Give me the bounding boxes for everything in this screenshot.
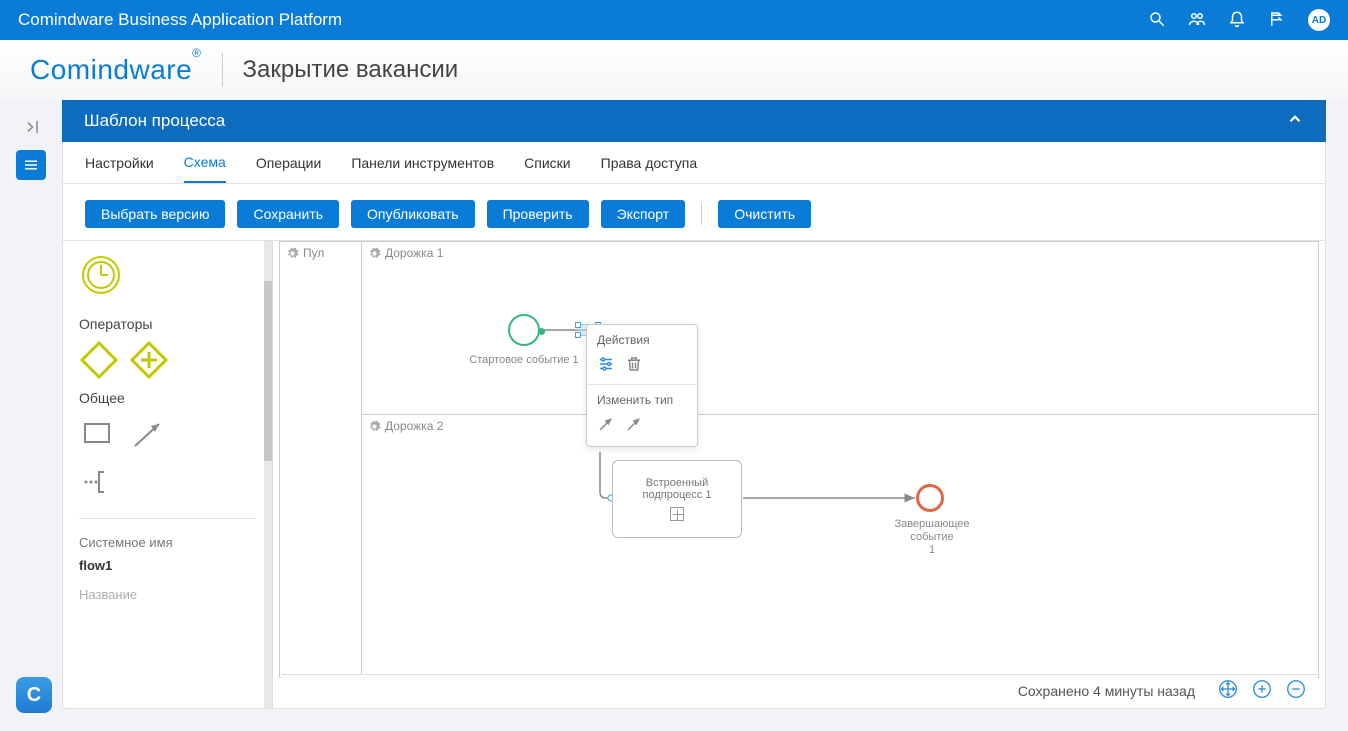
chevron-up-icon[interactable]	[1286, 110, 1304, 133]
context-change-type-label: Изменить тип	[587, 385, 697, 415]
lane-1-label: Дорожка 1	[385, 246, 443, 260]
user-avatar[interactable]: AD	[1308, 9, 1330, 31]
main-layout: C Шаблон процесса Настройки Схема Операц…	[0, 100, 1348, 731]
zoom-fit-icon[interactable]	[1217, 678, 1239, 703]
page-title: Закрытие вакансии	[243, 56, 459, 84]
general-section-label: Общее	[79, 390, 256, 406]
brand-reg: ®	[192, 46, 201, 60]
element-palette: Операторы Общее	[63, 241, 273, 708]
app-bar: Comindware Business Application Platform…	[0, 0, 1348, 40]
end-event-node[interactable]	[916, 484, 944, 512]
sidebar-scrollbar-thumb[interactable]	[264, 281, 272, 461]
gear-icon[interactable]	[368, 247, 381, 260]
diagram-canvas[interactable]: Пул Дорожка 1	[273, 241, 1325, 708]
app-title: Comindware Business Application Platform	[18, 10, 342, 30]
timer-event-icon[interactable]	[79, 253, 123, 297]
pool[interactable]: Пул Дорожка 1	[279, 241, 1319, 678]
toolbar-divider	[701, 203, 702, 225]
pool-label-text: Пул	[303, 246, 324, 260]
sequence-flow-icon[interactable]	[129, 414, 169, 454]
start-event-anchor[interactable]	[538, 328, 545, 335]
people-icon[interactable]	[1188, 10, 1206, 31]
gateway-parallel-icon[interactable]	[129, 340, 169, 380]
zoom-in-icon[interactable]	[1251, 678, 1273, 703]
context-actions-label: Действия	[587, 325, 697, 355]
check-button[interactable]: Проверить	[487, 200, 589, 228]
lane-1[interactable]: Дорожка 1	[362, 242, 1318, 415]
status-bar: Сохранено 4 минуты назад	[281, 674, 1317, 706]
subprocess-expand-icon[interactable]	[670, 507, 684, 521]
tab-lists[interactable]: Списки	[524, 142, 570, 183]
panel-title: Шаблон процесса	[84, 111, 225, 131]
left-rail: C	[0, 100, 62, 731]
annotation-rect-icon[interactable]	[79, 414, 119, 454]
bell-icon[interactable]	[1228, 10, 1246, 31]
status-saved-text: Сохранено 4 минуты назад	[1018, 683, 1195, 699]
brand-name: Comindware	[30, 54, 192, 85]
gear-icon[interactable]	[368, 420, 381, 433]
rail-app-logo[interactable]: C	[16, 677, 52, 713]
clear-button[interactable]: Очистить	[718, 200, 811, 228]
rail-collapse-icon[interactable]	[16, 112, 46, 142]
end-event-label: Завершающее событие 1	[872, 518, 992, 558]
panel-header[interactable]: Шаблон процесса	[62, 100, 1326, 142]
panel-body: Настройки Схема Операции Панели инструме…	[62, 142, 1326, 709]
content-area: Шаблон процесса Настройки Схема Операции…	[62, 100, 1348, 731]
search-icon[interactable]	[1148, 10, 1166, 31]
context-menu: Действия Измени	[586, 324, 698, 447]
publish-button[interactable]: Опубликовать	[351, 200, 475, 228]
start-event-node[interactable]	[508, 314, 540, 346]
zoom-out-icon[interactable]	[1285, 678, 1307, 703]
pool-header[interactable]: Пул	[280, 242, 362, 677]
rail-menu-icon[interactable]	[16, 150, 46, 180]
subprocess-node[interactable]: Встроенный подпроцесс 1	[612, 460, 742, 538]
text-annotation-icon[interactable]	[79, 462, 119, 502]
select-version-button[interactable]: Выбрать версию	[85, 200, 225, 228]
action-toolbar: Выбрать версию Сохранить Опубликовать Пр…	[63, 184, 1325, 240]
gear-icon[interactable]	[286, 247, 299, 260]
tab-diagram[interactable]: Схема	[184, 142, 226, 183]
sysname-label: Системное имя	[79, 535, 256, 550]
diagram-editor: Операторы Общее	[63, 240, 1325, 708]
lane-2[interactable]: Дорожка 2	[362, 415, 1318, 677]
operators-section-label: Операторы	[79, 316, 256, 332]
brand-row: Comindware® Закрытие вакансии	[0, 40, 1348, 100]
palette-divider	[79, 518, 256, 519]
settings-icon[interactable]	[597, 355, 615, 376]
lane-2-label: Дорожка 2	[385, 419, 443, 433]
flow-default-icon[interactable]	[597, 415, 615, 436]
tab-permissions[interactable]: Права доступа	[601, 142, 697, 183]
trash-icon[interactable]	[625, 355, 643, 376]
subprocess-label-1: Встроенный	[646, 477, 708, 489]
save-button[interactable]: Сохранить	[237, 200, 339, 228]
gateway-exclusive-icon[interactable]	[79, 340, 119, 380]
brand-divider	[222, 53, 223, 87]
name-label: Название	[79, 587, 256, 602]
tab-bar: Настройки Схема Операции Панели инструме…	[63, 142, 1325, 184]
tab-settings[interactable]: Настройки	[85, 142, 154, 183]
start-event-label: Стартовое событие 1	[464, 354, 584, 367]
subprocess-label-2: подпроцесс 1	[643, 489, 712, 501]
brand-logo: Comindware®	[30, 54, 202, 86]
export-button[interactable]: Экспорт	[601, 200, 686, 228]
sysname-value: flow1	[79, 558, 256, 573]
tab-toolbars[interactable]: Панели инструментов	[351, 142, 494, 183]
flow-conditional-icon[interactable]	[625, 415, 643, 436]
tab-operations[interactable]: Операции	[256, 142, 322, 183]
app-bar-icons: AD	[1148, 9, 1330, 31]
flag-icon[interactable]	[1268, 10, 1286, 31]
